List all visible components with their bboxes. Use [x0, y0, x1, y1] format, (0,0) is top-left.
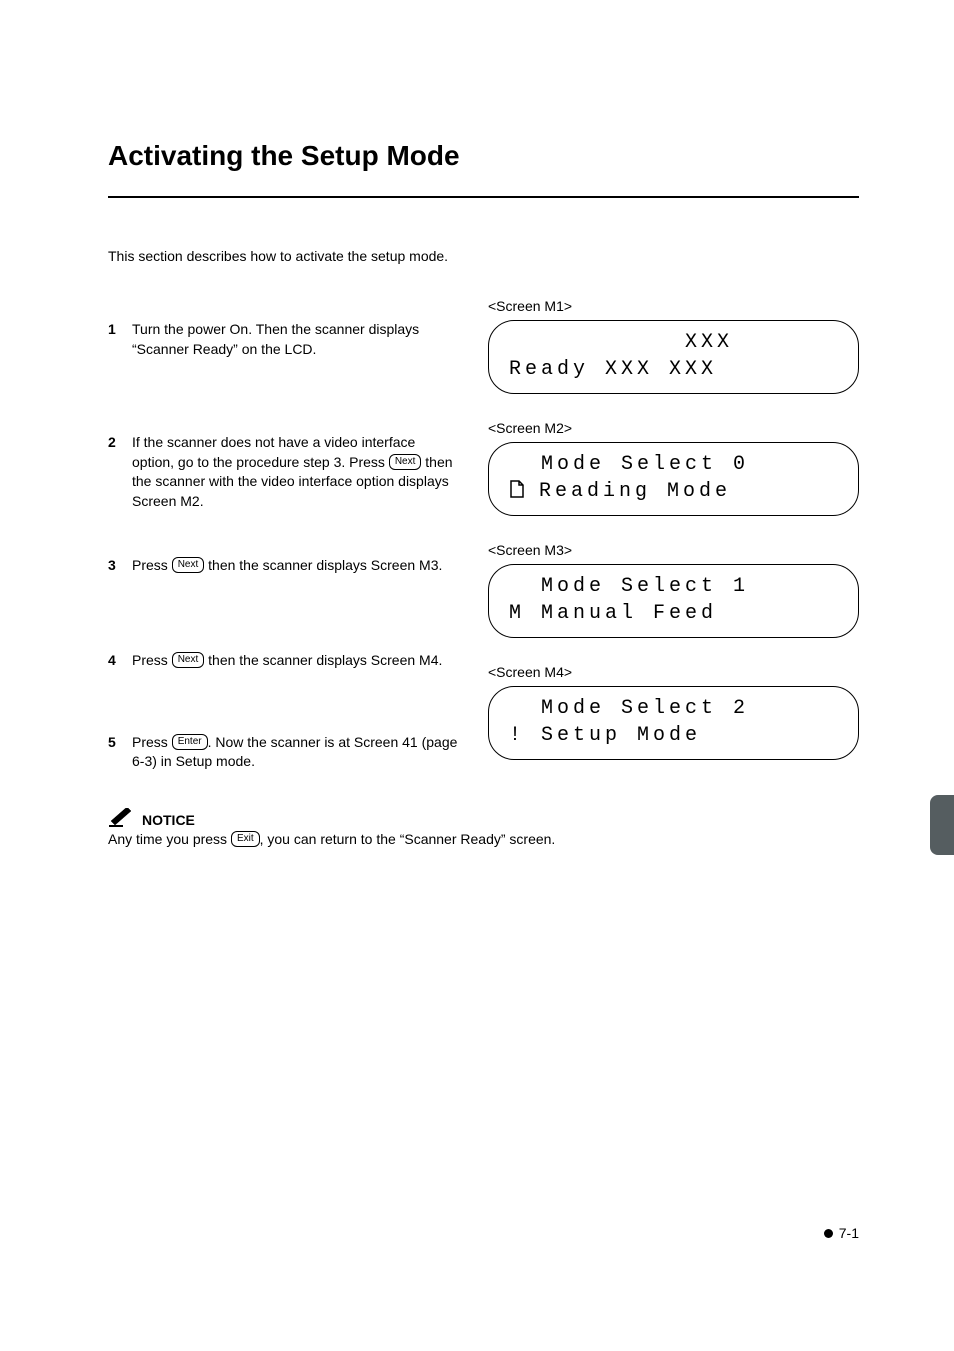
step-text: Press Next then the scanner displays Scr… — [132, 556, 458, 576]
lcd-line-1: Mode Select 0 — [509, 451, 838, 478]
step-text-a: If the scanner does not have a video int… — [132, 434, 415, 470]
step-text-b: then the scanner displays Screen M4. — [204, 652, 442, 668]
step-text: Press Enter. Now the scanner is at Scree… — [132, 733, 458, 772]
step-4: 4 Press Next then the scanner displays S… — [108, 651, 458, 671]
steps-column: 1 Turn the power On. Then the scanner di… — [108, 298, 458, 786]
step-number: 4 — [108, 651, 132, 671]
screens-column: <Screen M1> XXXReady XXX XXX <Screen M2>… — [488, 298, 859, 786]
next-key-icon: Next — [172, 652, 205, 668]
step-number: 3 — [108, 556, 132, 576]
title-rule — [108, 196, 859, 198]
step-text-a: Press — [132, 557, 172, 573]
enter-key-icon: Enter — [172, 734, 208, 750]
lcd-line-2: Ready XXX XXX — [509, 356, 838, 383]
lcd-line-2: ! Setup Mode — [509, 722, 838, 749]
lcd-line-2: Reading Mode — [509, 478, 838, 505]
notice-text-b: , you can return to the “Scanner Ready” … — [260, 831, 556, 847]
lcd-screen-m3: Mode Select 1M Manual Feed — [488, 564, 859, 638]
page-title: Activating the Setup Mode — [108, 140, 859, 172]
step-1: 1 Turn the power On. Then the scanner di… — [108, 320, 458, 359]
lcd-line-1: XXX — [509, 329, 838, 356]
lcd-line-2: M Manual Feed — [509, 600, 838, 627]
step-number: 5 — [108, 733, 132, 772]
document-icon — [509, 478, 539, 505]
page-content: Activating the Setup Mode This section d… — [0, 0, 954, 910]
next-key-icon: Next — [172, 557, 205, 573]
lcd-line-2-text: Reading Mode — [539, 480, 731, 503]
lcd-screen-m1: XXXReady XXX XXX — [488, 320, 859, 394]
notice-text-a: Any time you press — [108, 831, 231, 847]
content-columns: 1 Turn the power On. Then the scanner di… — [108, 298, 859, 786]
screen-m2-label: <Screen M2> — [488, 420, 859, 436]
lcd-line-1: Mode Select 2 — [509, 695, 838, 722]
step-text: Press Next then the scanner displays Scr… — [132, 651, 458, 671]
notice-heading: NOTICE — [108, 808, 859, 828]
step-text-a: Press — [132, 734, 172, 750]
notice-label: NOTICE — [142, 812, 195, 828]
side-tab — [930, 795, 954, 855]
step-text: Turn the power On. Then the scanner disp… — [132, 320, 458, 359]
page-number-text: 7-1 — [839, 1225, 859, 1241]
notice-text: Any time you press Exit, you can return … — [108, 830, 859, 850]
pencil-icon — [108, 808, 136, 828]
step-text-b: then the scanner displays Screen M3. — [204, 557, 442, 573]
next-key-icon: Next — [389, 454, 422, 470]
notice-block: NOTICE Any time you press Exit, you can … — [108, 808, 859, 850]
screen-m1-label: <Screen M1> — [488, 298, 859, 314]
lcd-screen-m4: Mode Select 2! Setup Mode — [488, 686, 859, 760]
step-text-a: Press — [132, 652, 172, 668]
screen-m3-label: <Screen M3> — [488, 542, 859, 558]
step-3: 3 Press Next then the scanner displays S… — [108, 556, 458, 576]
step-text: If the scanner does not have a video int… — [132, 433, 458, 511]
step-number: 1 — [108, 320, 132, 359]
lcd-line-1: Mode Select 1 — [509, 573, 838, 600]
page-number: 7-1 — [824, 1225, 859, 1241]
step-5: 5 Press Enter. Now the scanner is at Scr… — [108, 733, 458, 772]
step-2: 2 If the scanner does not have a video i… — [108, 433, 458, 511]
step-number: 2 — [108, 433, 132, 511]
intro-text: This section describes how to activate t… — [108, 248, 859, 264]
lcd-screen-m2: Mode Select 0Reading Mode — [488, 442, 859, 516]
bullet-icon — [824, 1229, 833, 1238]
exit-key-icon: Exit — [231, 831, 260, 847]
screen-m4-label: <Screen M4> — [488, 664, 859, 680]
